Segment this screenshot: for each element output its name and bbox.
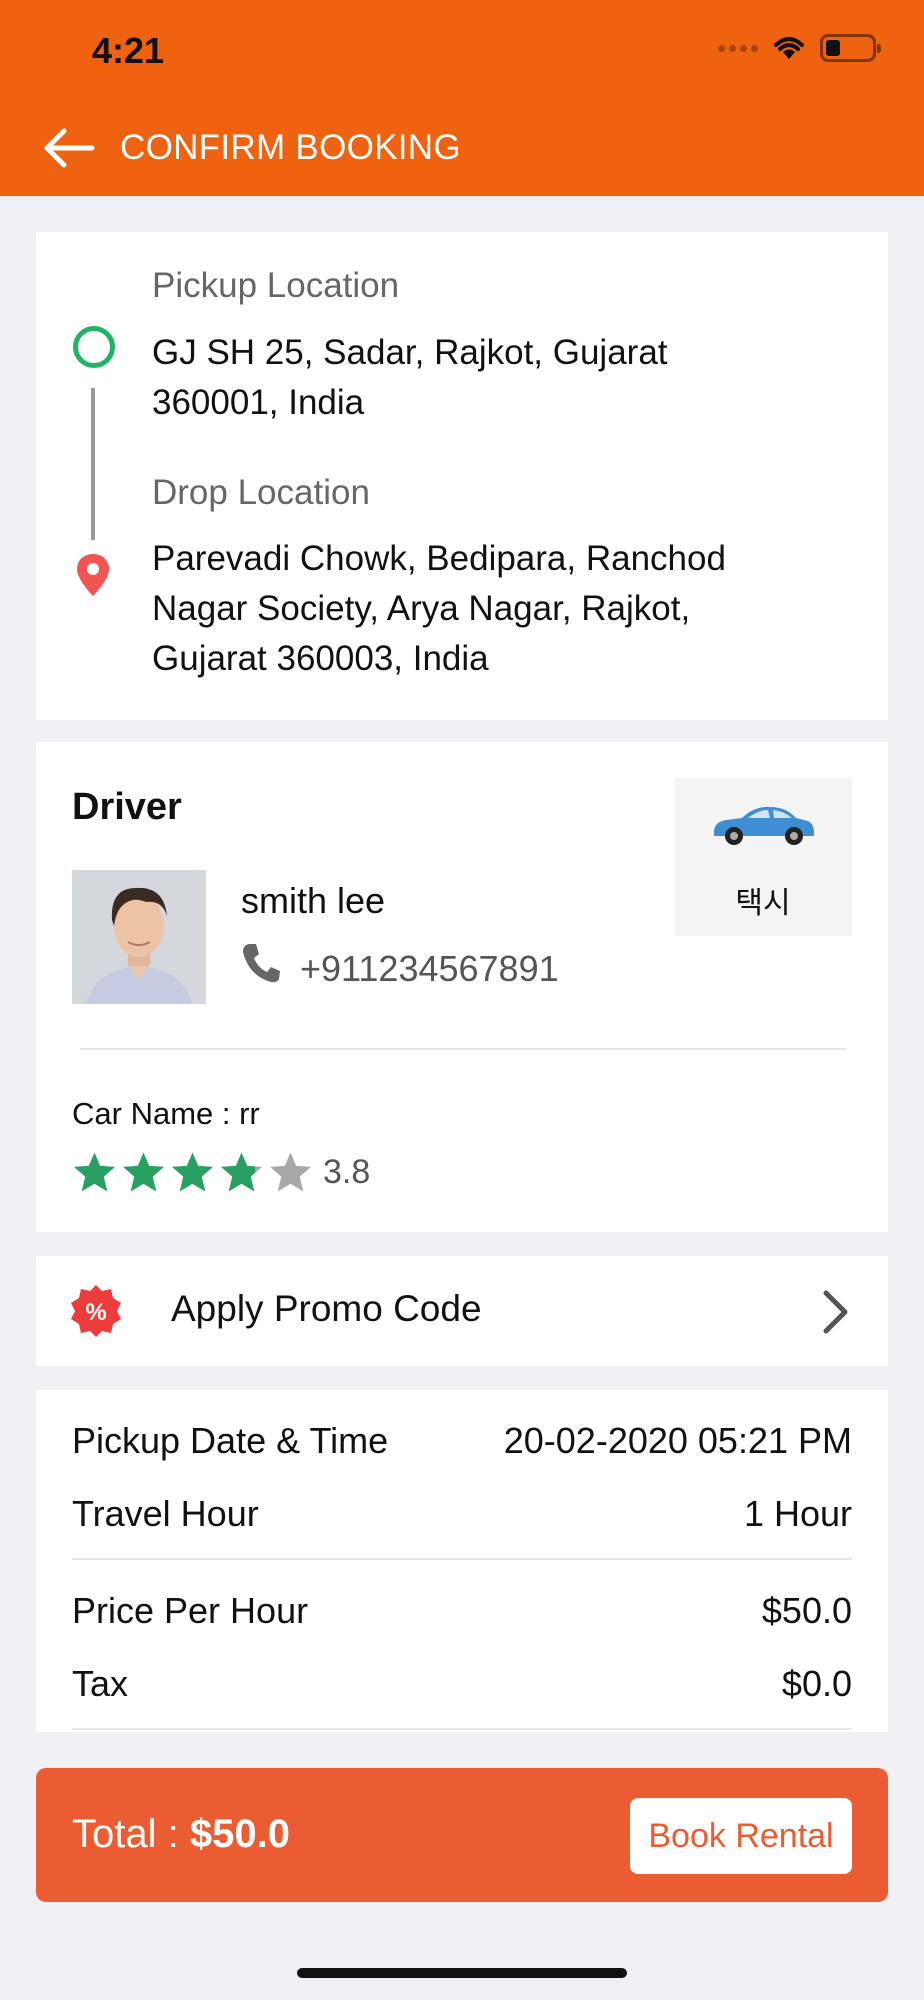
- tax-row: Tax $0.0: [72, 1663, 852, 1705]
- driver-phone[interactable]: +911234567891: [300, 948, 559, 990]
- total-bar: Total : $50.0 Book Rental: [36, 1768, 888, 1902]
- fare-row-value: 1 Hour: [743, 1493, 852, 1534]
- chevron-right-icon: [823, 1290, 848, 1334]
- travel-hour-row: Travel Hour 1 Hour: [72, 1493, 852, 1535]
- pickup-label: Pickup Location: [152, 266, 400, 305]
- battery-icon: [820, 34, 881, 62]
- location-card: Pickup Location GJ SH 25, Sadar, Rajkot,…: [36, 232, 888, 720]
- route-line: [91, 388, 95, 540]
- divider: [72, 1558, 852, 1560]
- fare-row-value: $50.0: [761, 1590, 852, 1631]
- star-icon: [74, 1152, 115, 1192]
- pickup-circle-icon: [73, 326, 115, 368]
- price-per-hour-row: Price Per Hour $50.0: [72, 1590, 852, 1632]
- status-time: 4:21: [92, 30, 165, 71]
- apply-promo-row[interactable]: % Apply Promo Code: [36, 1256, 888, 1366]
- home-indicator: [297, 1968, 627, 1978]
- star-icon: [123, 1152, 164, 1192]
- driver-card: Driver smith lee +911234567891 택시 Car Na…: [36, 742, 888, 1232]
- percent-badge-icon: %: [71, 1285, 121, 1337]
- status-icons: [718, 34, 881, 62]
- pickup-datetime-row: Pickup Date & Time 20-02-2020 05:21 PM: [72, 1420, 852, 1462]
- divider: [80, 1048, 846, 1050]
- divider: [72, 1728, 852, 1730]
- drop-address: Parevadi Chowk, Bedipara, Ranchod Nagar …: [152, 539, 726, 678]
- fare-row-label: Travel Hour: [72, 1493, 259, 1534]
- arrow-left-icon: [44, 128, 95, 168]
- fare-row-value: 20-02-2020 05:21 PM: [503, 1420, 852, 1461]
- fare-details-card: Pickup Date & Time 20-02-2020 05:21 PM T…: [36, 1390, 888, 1732]
- book-rental-button[interactable]: Book Rental: [630, 1798, 852, 1874]
- drop-pin-icon: [77, 554, 109, 596]
- promo-label: Apply Promo Code: [171, 1288, 482, 1329]
- driver-heading: Driver: [72, 786, 182, 828]
- star-icon: [172, 1152, 213, 1192]
- driver-avatar: [72, 870, 206, 1004]
- fare-row-label: Price Per Hour: [72, 1590, 309, 1631]
- page-title: CONFIRM BOOKING: [120, 128, 461, 167]
- rating-stars: 3.8: [72, 1150, 370, 1194]
- pickup-address: GJ SH 25, Sadar, Rajkot, Gujarat 360001,…: [152, 333, 668, 422]
- total-amount: $50.0: [189, 1812, 290, 1856]
- app-header: 4:21 CONFIRM BOOKING: [0, 0, 924, 196]
- fare-row-label: Pickup Date & Time: [72, 1420, 389, 1461]
- wifi-icon: [774, 37, 804, 59]
- drop-label: Drop Location: [152, 473, 370, 512]
- phone-icon[interactable]: [241, 942, 281, 984]
- car-name: Car Name : rr: [72, 1096, 260, 1131]
- star-icon: [270, 1152, 311, 1192]
- total-label: Total :: [72, 1812, 190, 1856]
- vehicle-type-label: 택시: [735, 886, 791, 921]
- star-icon: [221, 1152, 262, 1192]
- rating-value: 3.8: [323, 1152, 371, 1191]
- driver-name: smith lee: [241, 880, 386, 921]
- back-button[interactable]: [42, 118, 102, 178]
- vehicle-type-box: 택시: [674, 778, 852, 936]
- car-icon: [714, 806, 814, 845]
- nav-bar: CONFIRM BOOKING: [42, 118, 461, 178]
- cellular-signal-icon: [718, 44, 758, 52]
- svg-text:%: %: [85, 1299, 106, 1326]
- fare-row-label: Tax: [72, 1663, 129, 1704]
- total-text: Total : $50.0: [72, 1812, 290, 1857]
- fare-row-value: $0.0: [781, 1663, 852, 1704]
